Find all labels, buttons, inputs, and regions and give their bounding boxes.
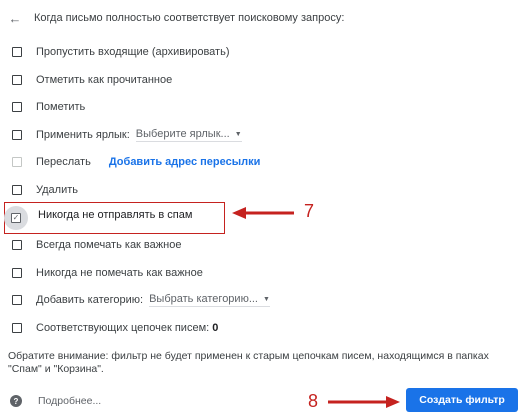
delete-checkbox[interactable] [12, 185, 22, 195]
annotation-arrow-7 [232, 207, 294, 219]
star-checkbox[interactable] [12, 102, 22, 112]
category-select[interactable]: Выбрать категорию... ▼ [149, 293, 270, 307]
filter-header: ← Когда письмо полностью соответствует п… [8, 10, 345, 26]
option-apply-label[interactable]: Применить ярлык: Выберите ярлык... ▼ [12, 126, 242, 144]
category-select-value: Выбрать категорию... [149, 293, 258, 305]
option-label: Отметить как прочитанное [36, 74, 173, 86]
option-forward[interactable]: Переслать Добавить адрес пересылки [12, 153, 260, 171]
never-important-checkbox[interactable] [12, 268, 22, 278]
learn-more-link[interactable]: Подробнее... [38, 395, 101, 407]
option-label: Пропустить входящие (архивировать) [36, 46, 230, 58]
apply-label-checkbox[interactable] [12, 130, 22, 140]
skip-inbox-checkbox[interactable] [12, 47, 22, 57]
option-label: Удалить [36, 184, 78, 196]
label-select[interactable]: Выберите ярлык... ▼ [135, 128, 242, 142]
back-arrow-icon[interactable]: ← [8, 11, 22, 26]
annotation-arrow-8 [328, 396, 400, 408]
never-spam-label[interactable]: Никогда не отправлять в спам [38, 209, 192, 221]
option-never-important[interactable]: Никогда не помечать как важное [12, 264, 203, 282]
annotation-number-7: 7 [304, 201, 315, 221]
matching-threads-count: 0 [212, 322, 219, 334]
add-forwarding-address-link[interactable]: Добавить адрес пересылки [109, 156, 261, 168]
label-select-value: Выберите ярлык... [135, 128, 230, 140]
never-spam-checkbox[interactable]: ✓ [11, 213, 21, 223]
mark-read-checkbox[interactable] [12, 75, 22, 85]
check-icon: ✓ [12, 213, 20, 222]
option-label: Никогда не помечать как важное [36, 267, 203, 279]
option-label: Добавить категорию: [36, 294, 144, 306]
option-label: Соответствующих цепочек писем: [36, 322, 210, 334]
always-important-checkbox[interactable] [12, 240, 22, 250]
option-delete[interactable]: Удалить [12, 181, 78, 199]
caret-down-icon: ▼ [234, 130, 242, 138]
option-always-important[interactable]: Всегда помечать как важное [12, 236, 181, 254]
annotation-number-8: 8 [308, 391, 319, 411]
option-label: Применить ярлык: [36, 129, 130, 141]
option-label: Всегда помечать как важное [36, 239, 182, 251]
matching-threads-checkbox[interactable] [12, 323, 22, 333]
option-star[interactable]: Пометить [12, 98, 85, 116]
create-filter-button[interactable]: Создать фильтр [406, 388, 518, 412]
option-add-category[interactable]: Добавить категорию: Выбрать категорию...… [12, 291, 270, 309]
forward-checkbox[interactable] [12, 157, 22, 167]
option-label: Пометить [36, 101, 86, 113]
filter-note: Обратите внимание: фильтр не будет приме… [8, 350, 489, 375]
option-mark-read[interactable]: Отметить как прочитанное [12, 71, 172, 89]
caret-down-icon: ▼ [263, 295, 270, 303]
add-category-checkbox[interactable] [12, 295, 22, 305]
option-matching-threads[interactable]: Соответствующих цепочек писем: 0 [12, 319, 218, 337]
header-text: Когда письмо полностью соответствует пои… [34, 12, 345, 24]
learn-more[interactable]: ? Подробнее... [10, 395, 101, 407]
option-label: Переслать [36, 156, 91, 168]
option-skip-inbox[interactable]: Пропустить входящие (архивировать) [12, 43, 230, 61]
help-icon: ? [10, 395, 22, 407]
